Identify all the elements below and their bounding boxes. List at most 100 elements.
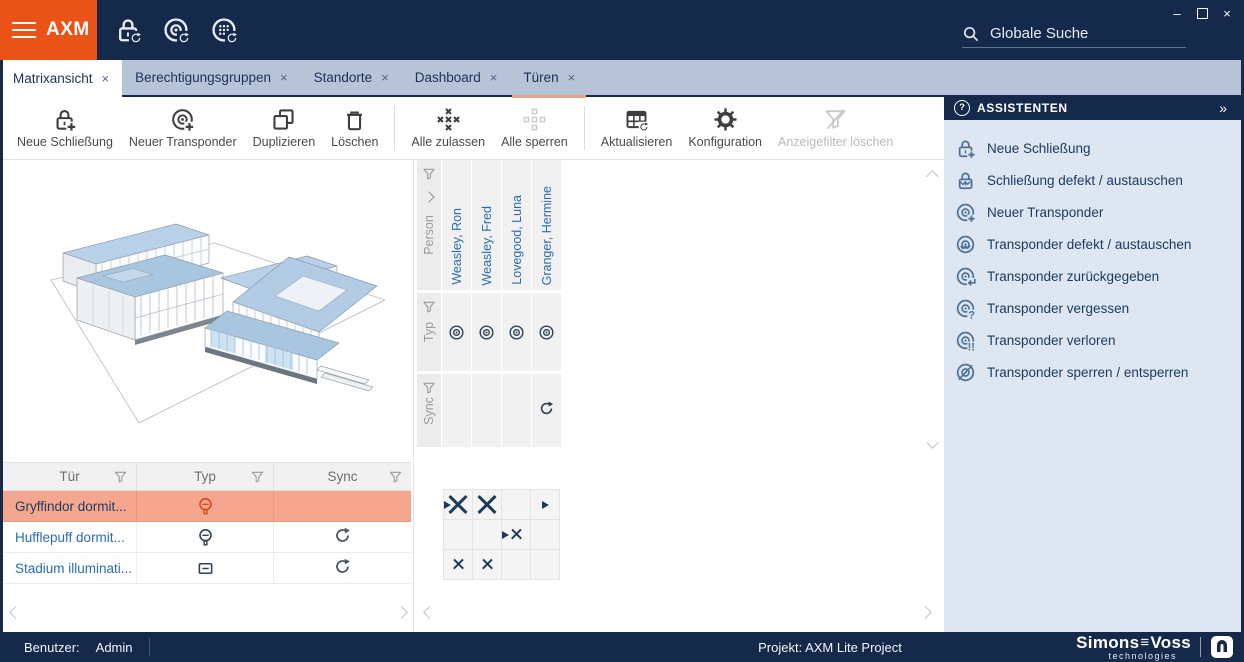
new-lock-button[interactable]: Neue Schließung <box>17 107 113 149</box>
authorization-grid <box>443 489 560 580</box>
refresh-button[interactable]: Aktualisieren <box>601 107 673 149</box>
delete-button[interactable]: Löschen <box>331 107 378 149</box>
duplicate-icon <box>271 107 296 132</box>
tool-label: Alle sperren <box>501 135 568 149</box>
assistant-transponder-returned[interactable]: Transponder zurückgegeben <box>944 260 1241 292</box>
person-column-granger-hermine[interactable]: Granger, Hermine <box>532 160 561 290</box>
scroll-up-icon[interactable] <box>926 170 939 183</box>
assistant-label: Schließung defekt / austauschen <box>987 173 1183 188</box>
assistant-new-transponder[interactable]: Neuer Transponder <box>944 196 1241 228</box>
door-name: Hufflepuff dormit... <box>3 530 125 545</box>
door-row-stadium[interactable]: Stadium illuminati... <box>3 553 411 584</box>
assistant-transponder-forgotten[interactable]: ? Transponder vergessen <box>944 292 1241 324</box>
assistant-label: Transponder vergessen <box>987 301 1129 316</box>
app-name: AXM <box>46 19 90 41</box>
doors-table-header: Tür Typ Sync <box>3 462 411 491</box>
tab-close-icon[interactable]: × <box>568 70 576 85</box>
auth-cell[interactable] <box>444 550 473 580</box>
column-header-typ[interactable]: Typ <box>137 463 274 490</box>
new-transponder-button[interactable]: Neuer Transponder <box>129 107 237 149</box>
expand-columns-icon[interactable] <box>423 191 434 202</box>
scroll-right-icon[interactable] <box>919 606 932 619</box>
auth-cell[interactable] <box>531 490 560 520</box>
scroll-left-icon[interactable] <box>423 606 436 619</box>
title-bar: AXM <box>0 0 1244 60</box>
tool-label: Aktualisieren <box>601 135 673 149</box>
filter-icon[interactable] <box>114 470 127 483</box>
lock-plus-icon <box>955 138 976 159</box>
hamburger-menu-icon[interactable] <box>12 22 36 38</box>
filter-icon[interactable] <box>423 300 436 313</box>
transponder-return-icon <box>955 266 976 287</box>
tab-label: Matrixansicht <box>13 71 93 86</box>
maximize-button[interactable] <box>1193 4 1211 22</box>
pinpad-sync-button[interactable] <box>204 10 244 50</box>
matrix-symbol-smallcross <box>511 529 522 540</box>
auth-cell[interactable] <box>502 550 531 580</box>
minimize-button[interactable]: – <box>1168 4 1186 22</box>
door-row-gryffindor[interactable]: Gryffindor dormit... <box>3 491 411 522</box>
person-column-lovegood-luna[interactable]: Lovegood, Luna <box>502 160 531 290</box>
tab-standorte[interactable]: Standorte × <box>301 60 402 95</box>
search-icon <box>962 25 980 43</box>
assistant-transponder-lost[interactable]: !! Transponder verloren <box>944 324 1241 356</box>
brand-name-left: Simons <box>1076 634 1139 651</box>
person-column-weasley-ron[interactable]: Weasley, Ron <box>442 160 471 290</box>
scroll-down-icon[interactable] <box>926 436 939 449</box>
configuration-button[interactable]: Konfiguration <box>688 107 762 149</box>
scroll-right-icon[interactable] <box>395 606 408 619</box>
lock-sync-button[interactable] <box>108 10 148 50</box>
assistant-lock-defect[interactable]: Schließung defekt / austauschen <box>944 164 1241 196</box>
tool-label: Alle zulassen <box>411 135 485 149</box>
auth-cell[interactable] <box>473 550 502 580</box>
auth-cell[interactable] <box>473 520 502 550</box>
assistant-label: Transponder zurückgegeben <box>987 269 1159 284</box>
transponder-sync-button[interactable] <box>156 10 196 50</box>
project-status: Projekt: AXM Lite Project <box>758 632 902 662</box>
tab-close-icon[interactable]: × <box>280 70 288 85</box>
svg-text:!!: !! <box>968 341 975 351</box>
auth-cell[interactable] <box>444 520 473 550</box>
door-row-hufflepuff[interactable]: Hufflepuff dormit... <box>3 522 411 553</box>
column-label: Tür <box>59 469 79 484</box>
quick-actions <box>108 10 244 50</box>
assistants-title: ASSISTENTEN <box>977 101 1212 115</box>
auth-cell[interactable] <box>531 550 560 580</box>
column-header-tuer[interactable]: Tür <box>3 463 137 490</box>
column-header-sync[interactable]: Sync <box>274 463 411 490</box>
tab-tueren[interactable]: Türen × <box>510 60 588 95</box>
filter-icon[interactable] <box>251 470 264 483</box>
filter-icon[interactable] <box>423 167 436 180</box>
duplicate-button[interactable]: Duplizieren <box>253 107 316 149</box>
auth-cell[interactable] <box>444 490 473 520</box>
app-logo-block: AXM <box>0 0 97 60</box>
close-icon: × <box>1223 6 1231 21</box>
person-column-weasley-fred[interactable]: Weasley, Fred <box>472 160 501 290</box>
lock-broken-icon <box>955 170 976 191</box>
scroll-left-icon[interactable] <box>9 606 22 619</box>
door-name: Stadium illuminati... <box>3 561 132 576</box>
assistant-new-lock[interactable]: Neue Schließung <box>944 132 1241 164</box>
allow-all-button[interactable]: Alle zulassen <box>411 107 485 149</box>
brand-divider <box>1200 637 1201 657</box>
filter-icon[interactable] <box>423 381 436 394</box>
auth-cell[interactable] <box>473 490 502 520</box>
tab-dashboard[interactable]: Dashboard × <box>402 60 511 95</box>
tab-close-icon[interactable]: × <box>102 71 110 86</box>
auth-cell[interactable] <box>502 520 531 550</box>
auth-cell[interactable] <box>531 520 560 550</box>
status-bar: Benutzer: Admin Projekt: AXM Lite Projec… <box>0 632 1244 662</box>
tab-close-icon[interactable]: × <box>381 70 389 85</box>
minimize-icon: – <box>1173 6 1180 21</box>
person-name: Granger, Hermine <box>540 186 554 285</box>
tab-berechtigungsgruppen[interactable]: Berechtigungsgruppen × <box>122 60 300 95</box>
tab-matrixansicht[interactable]: Matrixansicht × <box>0 60 122 97</box>
assistant-transponder-block[interactable]: Transponder sperren / entsperren <box>944 356 1241 388</box>
close-button[interactable]: × <box>1218 4 1236 22</box>
assistant-transponder-defect[interactable]: Transponder defekt / austauschen <box>944 228 1241 260</box>
search-input[interactable] <box>988 24 1172 43</box>
filter-icon[interactable] <box>389 470 402 483</box>
tab-close-icon[interactable]: × <box>490 70 498 85</box>
collapse-panel-icon[interactable]: » <box>1219 100 1231 116</box>
auth-cell[interactable] <box>502 490 531 520</box>
